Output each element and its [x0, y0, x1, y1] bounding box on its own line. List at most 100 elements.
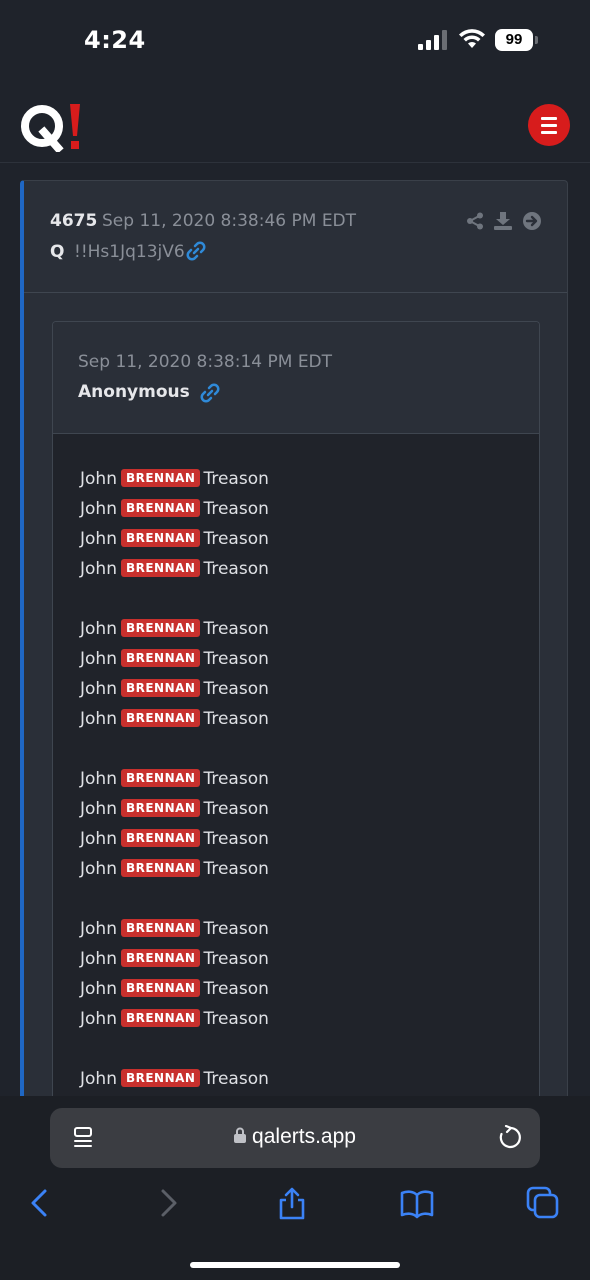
post-card: 4675 Sep 11, 2020 8:38:46 PM EDT Q !!Hs1… — [20, 180, 568, 1120]
text-line: John BRENNAN Treason — [80, 914, 520, 944]
download-icon[interactable] — [494, 212, 512, 230]
line-first-word: John — [80, 619, 117, 639]
line-last-word: Treason — [203, 679, 269, 699]
line-first-word: John — [80, 709, 117, 729]
text-line: John BRENNAN Treason — [80, 704, 520, 734]
name-highlight-badge: BRENNAN — [120, 799, 201, 817]
menu-button[interactable] — [528, 104, 570, 146]
name-highlight-badge: BRENNAN — [120, 1009, 201, 1027]
line-last-word: Treason — [203, 529, 269, 549]
post-number[interactable]: 4675 — [50, 211, 97, 231]
line-last-word: Treason — [203, 799, 269, 819]
home-indicator[interactable] — [190, 1262, 400, 1268]
site-logo[interactable] — [20, 102, 86, 152]
post-header: 4675 Sep 11, 2020 8:38:46 PM EDT Q !!Hs1… — [24, 181, 567, 293]
text-line: John BRENNAN Treason — [80, 764, 520, 794]
name-highlight-badge: BRENNAN — [120, 709, 201, 727]
line-last-word: Treason — [203, 709, 269, 729]
line-first-word: John — [80, 559, 117, 579]
post-date: Sep 11, 2020 8:38:46 PM EDT — [102, 211, 357, 231]
status-time: 4:24 — [84, 26, 146, 54]
reload-icon[interactable] — [498, 1125, 522, 1151]
tripcode: !!Hs1Jq13jV6 — [74, 242, 185, 262]
link-icon[interactable] — [186, 241, 206, 261]
text-line: John BRENNAN Treason — [80, 974, 520, 1004]
cellular-signal-icon — [418, 30, 447, 50]
text-line: John BRENNAN Treason — [80, 794, 520, 824]
name-highlight-badge: BRENNAN — [120, 949, 201, 967]
forward-icon[interactable] — [151, 1186, 185, 1220]
name-highlight-badge: BRENNAN — [120, 829, 201, 847]
line-first-word: John — [80, 799, 117, 819]
text-line: John BRENNAN Treason — [80, 524, 520, 554]
line-first-word: John — [80, 919, 117, 939]
back-icon[interactable] — [23, 1186, 57, 1220]
wifi-icon — [459, 29, 485, 48]
line-last-word: Treason — [203, 1069, 269, 1089]
quoted-post-header: Sep 11, 2020 8:38:14 PM EDT Anonymous — [53, 322, 539, 434]
line-last-word: Treason — [203, 1009, 269, 1029]
site-header — [0, 80, 590, 163]
line-last-word: Treason — [203, 469, 269, 489]
text-line: John BRENNAN Treason — [80, 494, 520, 524]
name-highlight-badge: BRENNAN — [120, 559, 201, 577]
name-highlight-badge: BRENNAN — [120, 919, 201, 937]
line-last-word: Treason — [203, 619, 269, 639]
text-line: John BRENNAN Treason — [80, 644, 520, 674]
name-highlight-badge: BRENNAN — [120, 529, 201, 547]
browser-toolbar: qalerts.app — [0, 1096, 590, 1280]
line-first-word: John — [80, 979, 117, 999]
line-first-word: John — [80, 769, 117, 789]
line-last-word: Treason — [203, 559, 269, 579]
name-highlight-badge: BRENNAN — [120, 1069, 201, 1087]
text-line: John BRENNAN Treason — [80, 1004, 520, 1034]
battery-icon: 99 — [495, 29, 539, 51]
arrow-right-icon[interactable] — [523, 212, 541, 230]
link-icon[interactable] — [200, 383, 220, 403]
text-line: John BRENNAN Treason — [80, 554, 520, 584]
line-first-word: John — [80, 859, 117, 879]
line-first-word: John — [80, 649, 117, 669]
quoted-post: Sep 11, 2020 8:38:14 PM EDT Anonymous Jo… — [52, 321, 540, 1119]
name-highlight-badge: BRENNAN — [120, 499, 201, 517]
name-highlight-badge: BRENNAN — [120, 979, 201, 997]
quoted-post-body: John BRENNAN Treason John BRENNAN Treason John… — [80, 464, 520, 1094]
line-first-word: John — [80, 1069, 117, 1089]
battery-level: 99 — [495, 29, 533, 51]
share-icon[interactable] — [466, 212, 484, 230]
tabs-icon[interactable] — [526, 1186, 560, 1220]
name-highlight-badge: BRENNAN — [120, 679, 201, 697]
line-first-word: John — [80, 469, 117, 489]
name-highlight-badge: BRENNAN — [120, 769, 201, 787]
name-highlight-badge: BRENNAN — [120, 859, 201, 877]
share-icon[interactable] — [275, 1186, 309, 1220]
line-last-word: Treason — [203, 829, 269, 849]
status-bar: 4:24 99 — [0, 0, 590, 80]
lock-icon — [234, 1127, 247, 1143]
text-line: John BRENNAN Treason — [80, 854, 520, 884]
name-highlight-badge: BRENNAN — [120, 649, 201, 667]
line-last-word: Treason — [203, 649, 269, 669]
line-last-word: Treason — [203, 979, 269, 999]
line-last-word: Treason — [203, 499, 269, 519]
line-first-word: John — [80, 829, 117, 849]
line-last-word: Treason — [203, 919, 269, 939]
name-highlight-badge: BRENNAN — [120, 469, 201, 487]
url-display[interactable]: qalerts.app — [50, 1125, 540, 1149]
line-last-word: Treason — [203, 769, 269, 789]
quoted-post-author: Anonymous — [78, 382, 190, 402]
address-bar[interactable]: qalerts.app — [50, 1108, 540, 1168]
line-first-word: John — [80, 529, 117, 549]
name-highlight-badge: BRENNAN — [120, 619, 201, 637]
text-line: John BRENNAN Treason — [80, 674, 520, 704]
url-text: qalerts.app — [252, 1125, 356, 1148]
line-last-word: Treason — [203, 949, 269, 969]
line-first-word: John — [80, 949, 117, 969]
text-line: John BRENNAN Treason — [80, 464, 520, 494]
text-line: John BRENNAN Treason — [80, 1064, 520, 1094]
line-first-word: John — [80, 679, 117, 699]
text-line: John BRENNAN Treason — [80, 824, 520, 854]
poster-name: Q — [50, 242, 65, 262]
text-line: John BRENNAN Treason — [80, 614, 520, 644]
bookmarks-icon[interactable] — [400, 1186, 434, 1220]
